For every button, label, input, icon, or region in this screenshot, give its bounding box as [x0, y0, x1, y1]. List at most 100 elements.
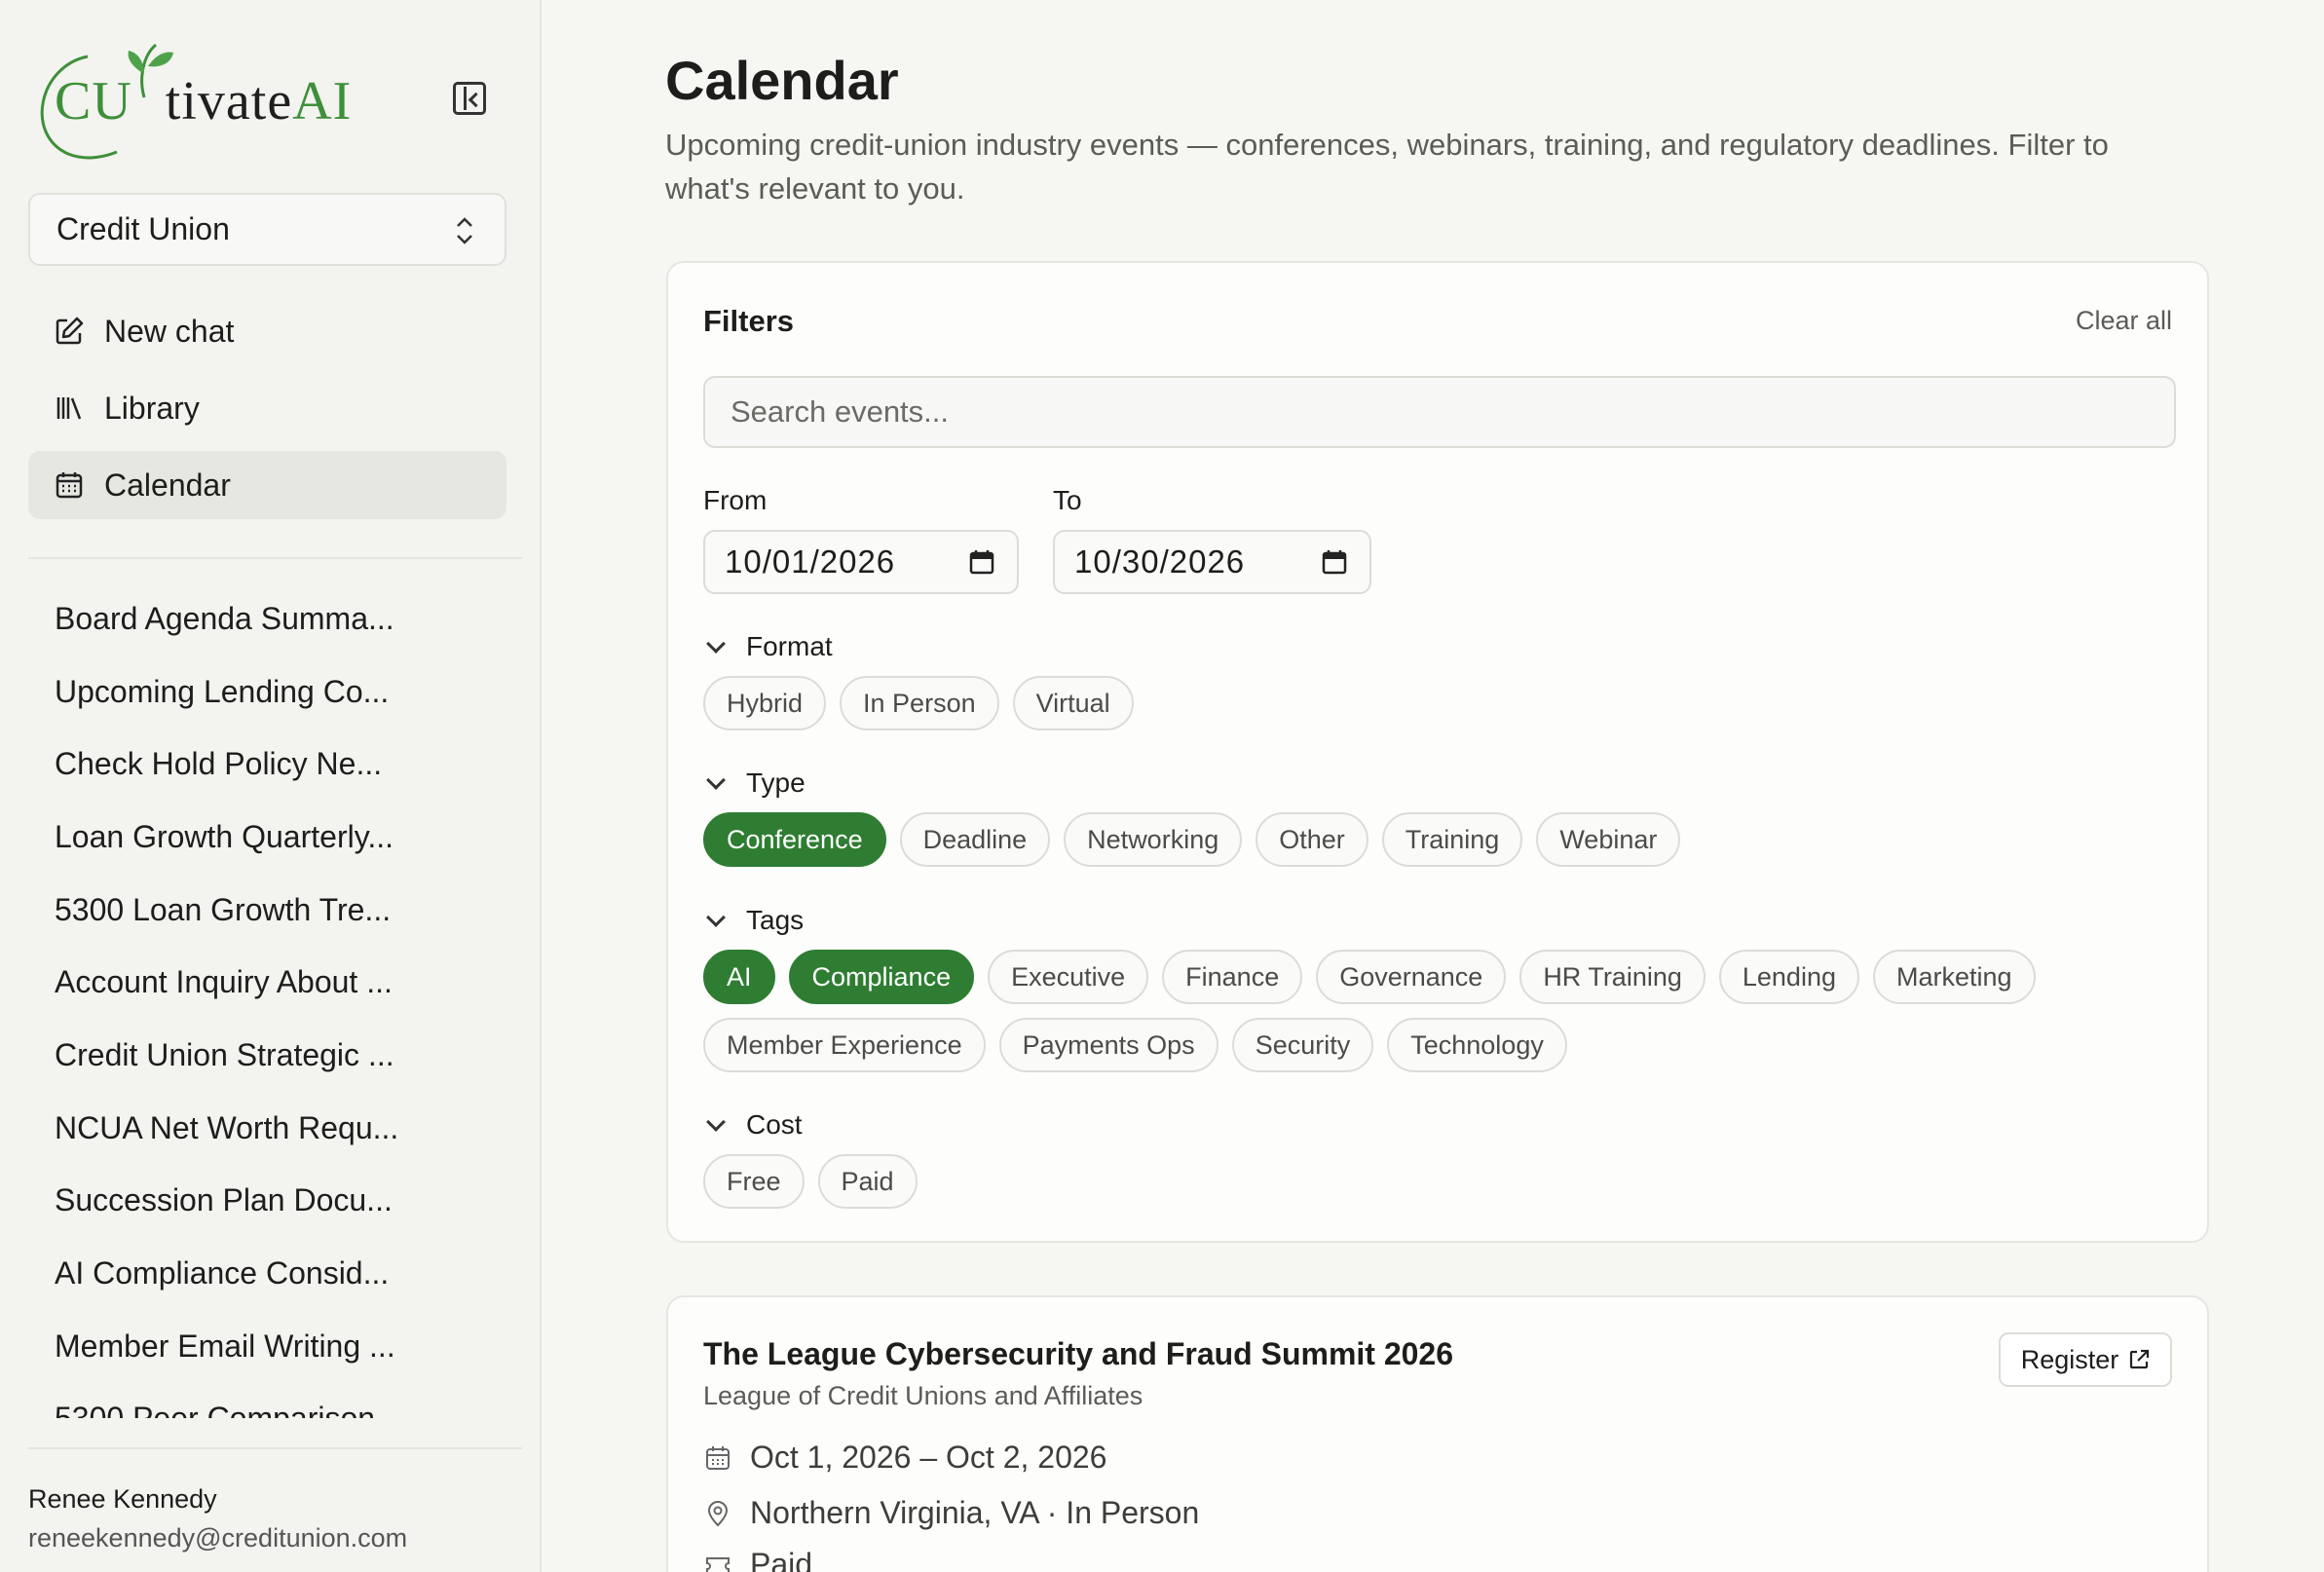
user-name[interactable]: Renee Kennedy: [28, 1484, 217, 1515]
type-section-label: Type: [746, 767, 806, 798]
chevron-down-icon: [706, 908, 726, 927]
chip-type-conference[interactable]: Conference: [703, 812, 886, 867]
ticket-icon: [706, 1556, 730, 1572]
collapse-sidebar-icon[interactable]: [453, 82, 486, 115]
chevron-up-down-icon: [457, 217, 472, 244]
chip-tag-governance[interactable]: Governance: [1316, 950, 1507, 1004]
format-chips: Hybrid In Person Virtual: [703, 676, 1147, 730]
sidebar-item-label: Library: [104, 390, 200, 426]
chip-cost-paid[interactable]: Paid: [817, 1154, 918, 1209]
chip-format-virtual[interactable]: Virtual: [1012, 676, 1134, 730]
chevron-down-icon: [706, 770, 726, 790]
edit-icon: [56, 317, 84, 345]
filters-title: Filters: [703, 304, 795, 338]
chip-type-networking[interactable]: Networking: [1064, 812, 1243, 867]
chat-history-item[interactable]: Loan Growth Quarterly...: [28, 801, 515, 874]
chat-history-item[interactable]: Member Email Writing ...: [28, 1310, 515, 1383]
chip-tag-ai[interactable]: AI: [703, 950, 775, 1004]
chat-history-item[interactable]: AI Compliance Consid...: [28, 1237, 515, 1310]
sidebar-divider: [28, 557, 522, 559]
organization-selector-value: Credit Union: [56, 211, 230, 246]
type-chips: Conference Deadline Networking Other Tra…: [703, 812, 1694, 867]
format-section-label: Format: [746, 631, 833, 661]
chip-tag-payments-ops[interactable]: Payments Ops: [998, 1018, 1218, 1072]
calendar-icon: [706, 1445, 730, 1470]
chip-tag-executive[interactable]: Executive: [988, 950, 1149, 1004]
sidebar-item-library[interactable]: Library: [28, 374, 506, 442]
chevron-down-icon: [706, 634, 726, 654]
register-label: Register: [2020, 1344, 2119, 1374]
user-email: reneekennedy@creditunion.com: [28, 1523, 408, 1553]
event-cost-row: Paid: [703, 1547, 812, 1572]
event-organizer: League of Credit Unions and Affiliates: [703, 1381, 1143, 1410]
cost-section-toggle[interactable]: Cost: [703, 1109, 803, 1141]
chip-tag-hr-training[interactable]: HR Training: [1519, 950, 1706, 1004]
tags-section-label: Tags: [746, 905, 805, 935]
tags-chips-row-2: Member Experience Payments Ops Security …: [703, 1018, 1581, 1072]
cultivate-ai-logo[interactable]: CU tivateAI: [29, 37, 351, 164]
chip-type-deadline[interactable]: Deadline: [899, 812, 1051, 867]
chat-history-item[interactable]: 5300 Loan Growth Tre...: [28, 874, 515, 947]
sidebar: CU tivateAI Credit Union New chat Library: [0, 0, 542, 1572]
calendar-picker-icon[interactable]: [1321, 548, 1348, 576]
event-dates: Oct 1, 2026 – Oct 2, 2026: [750, 1440, 1107, 1475]
format-section-toggle[interactable]: Format: [703, 631, 833, 662]
external-link-icon: [2130, 1349, 2150, 1369]
sidebar-item-label: Calendar: [104, 467, 231, 503]
cost-section-label: Cost: [746, 1109, 803, 1140]
event-title[interactable]: The League Cybersecurity and Fraud Summi…: [703, 1336, 1453, 1372]
library-icon: [56, 397, 82, 420]
chip-type-other[interactable]: Other: [1256, 812, 1368, 867]
event-location: Northern Virginia, VA · In Person: [750, 1495, 1200, 1530]
tags-section-toggle[interactable]: Tags: [703, 905, 804, 936]
chat-history-item[interactable]: Check Hold Policy Ne...: [28, 728, 515, 801]
chat-history-item[interactable]: Succession Plan Docu...: [28, 1165, 515, 1238]
chip-tag-compliance[interactable]: Compliance: [788, 950, 975, 1004]
search-events-input[interactable]: [703, 376, 2176, 448]
clear-all-button[interactable]: Clear all: [2076, 306, 2172, 336]
type-section-toggle[interactable]: Type: [703, 767, 806, 799]
calendar-picker-icon[interactable]: [968, 548, 995, 576]
logo-text-cu: CU: [55, 71, 132, 131]
sidebar-item-calendar[interactable]: Calendar: [28, 451, 506, 519]
event-cost: Paid: [750, 1547, 813, 1572]
from-date-input[interactable]: 10/01/2026: [703, 530, 1019, 594]
to-date-label: To: [1053, 485, 1082, 515]
chat-history-item[interactable]: Credit Union Strategic ...: [28, 1019, 515, 1092]
chevron-down-icon: [706, 1112, 726, 1132]
chip-type-training[interactable]: Training: [1381, 812, 1523, 867]
page-title: Calendar: [665, 50, 899, 111]
chat-history-item[interactable]: NCUA Net Worth Requ...: [28, 1092, 515, 1165]
chip-tag-finance[interactable]: Finance: [1162, 950, 1303, 1004]
chat-history-item[interactable]: Account Inquiry About ...: [28, 946, 515, 1019]
chip-tag-member-experience[interactable]: Member Experience: [703, 1018, 986, 1072]
chip-format-in-person[interactable]: In Person: [840, 676, 999, 730]
event-location-row: Northern Virginia, VA · In Person: [703, 1495, 1199, 1531]
tags-chips-row-1: AI Compliance Executive Finance Governan…: [703, 950, 2049, 1004]
chip-cost-free[interactable]: Free: [703, 1154, 805, 1209]
register-button[interactable]: Register: [1999, 1332, 2172, 1387]
cost-chips: Free Paid: [703, 1154, 931, 1209]
chip-tag-lending[interactable]: Lending: [1718, 950, 1859, 1004]
filters-panel: Filters Clear all From To 10/01/2026 10/…: [666, 261, 2209, 1243]
organization-selector[interactable]: Credit Union: [28, 193, 506, 266]
logo-text-ai: AI: [292, 71, 353, 131]
logo-text-tivate: tivate: [165, 71, 293, 131]
chat-history-item[interactable]: Board Agenda Summa...: [28, 582, 515, 655]
chip-format-hybrid[interactable]: Hybrid: [703, 676, 827, 730]
event-dates-row: Oct 1, 2026 – Oct 2, 2026: [703, 1440, 1106, 1476]
sidebar-nav: New chat Library Calendar: [28, 297, 506, 528]
to-date-input[interactable]: 10/30/2026: [1053, 530, 1371, 594]
calendar-icon: [56, 472, 83, 499]
to-date-value: 10/30/2026: [1074, 543, 1246, 580]
chip-tag-security[interactable]: Security: [1231, 1018, 1374, 1072]
sidebar-item-new-chat[interactable]: New chat: [28, 297, 506, 365]
page-subtitle: Upcoming credit-union industry events — …: [665, 128, 2109, 206]
chip-type-webinar[interactable]: Webinar: [1536, 812, 1681, 867]
chip-tag-technology[interactable]: Technology: [1387, 1018, 1567, 1072]
chip-tag-marketing[interactable]: Marketing: [1872, 950, 2036, 1004]
event-card: The League Cybersecurity and Fraud Summi…: [666, 1295, 2209, 1572]
sidebar-item-label: New chat: [104, 313, 235, 349]
chat-history-item[interactable]: Upcoming Lending Co...: [28, 655, 515, 729]
chat-history-item[interactable]: 5300 Peer Comparison: [28, 1383, 515, 1418]
